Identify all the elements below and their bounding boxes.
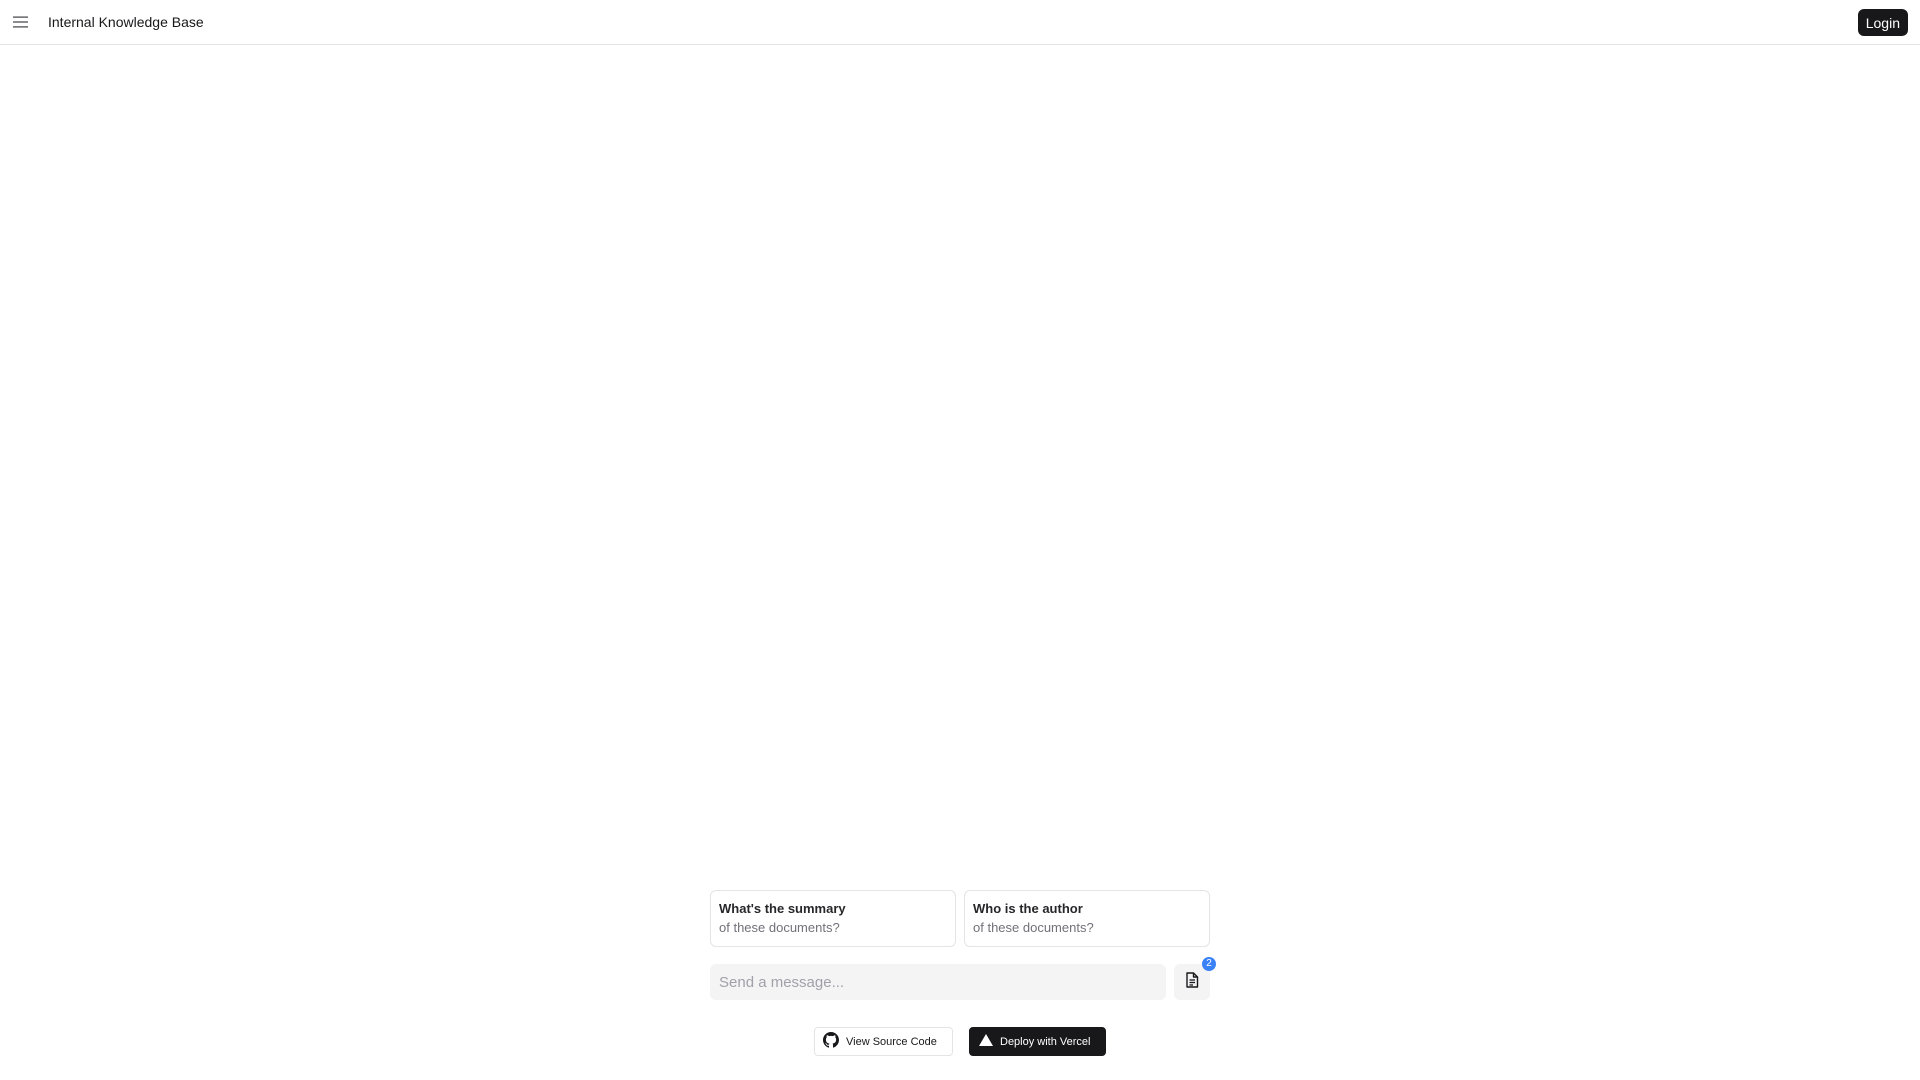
login-button[interactable]: Login [1857, 9, 1908, 36]
message-input-row: 2 [710, 957, 1216, 1000]
suggestion-subtitle: of these documents? [719, 920, 840, 935]
message-input[interactable] [710, 964, 1166, 1000]
app-title: Internal Knowledge Base [48, 14, 204, 30]
vercel-triangle-icon [979, 1034, 993, 1049]
files-count-badge: 2 [1202, 957, 1216, 971]
suggestion-subtitle: of these documents? [973, 920, 1094, 935]
suggestion-title: Who is the author [973, 901, 1083, 916]
suggestion-title: What's the summary [719, 901, 846, 916]
footer-links: View Source Code Deploy with Vercel [814, 1027, 1106, 1056]
suggestion-summary[interactable]: What's the summary of these documents? [710, 890, 956, 947]
deploy-label: Deploy with Vercel [1000, 1035, 1091, 1048]
deploy-vercel-button[interactable]: Deploy with Vercel [969, 1027, 1106, 1056]
view-source-button[interactable]: View Source Code [814, 1027, 953, 1056]
page: Internal Knowledge Base Login What's the… [0, 0, 1920, 1080]
view-source-label: View Source Code [846, 1035, 937, 1048]
file-icon [1185, 971, 1199, 993]
github-icon [823, 1032, 839, 1051]
menu-icon[interactable] [12, 14, 28, 30]
suggested-prompts: What's the summary of these documents? W… [710, 890, 1210, 947]
top-navbar: Internal Knowledge Base Login [0, 0, 1920, 45]
chat-composer-area: What's the summary of these documents? W… [710, 890, 1216, 1000]
suggestion-author[interactable]: Who is the author of these documents? [964, 890, 1210, 947]
files-button[interactable]: 2 [1174, 957, 1216, 1000]
